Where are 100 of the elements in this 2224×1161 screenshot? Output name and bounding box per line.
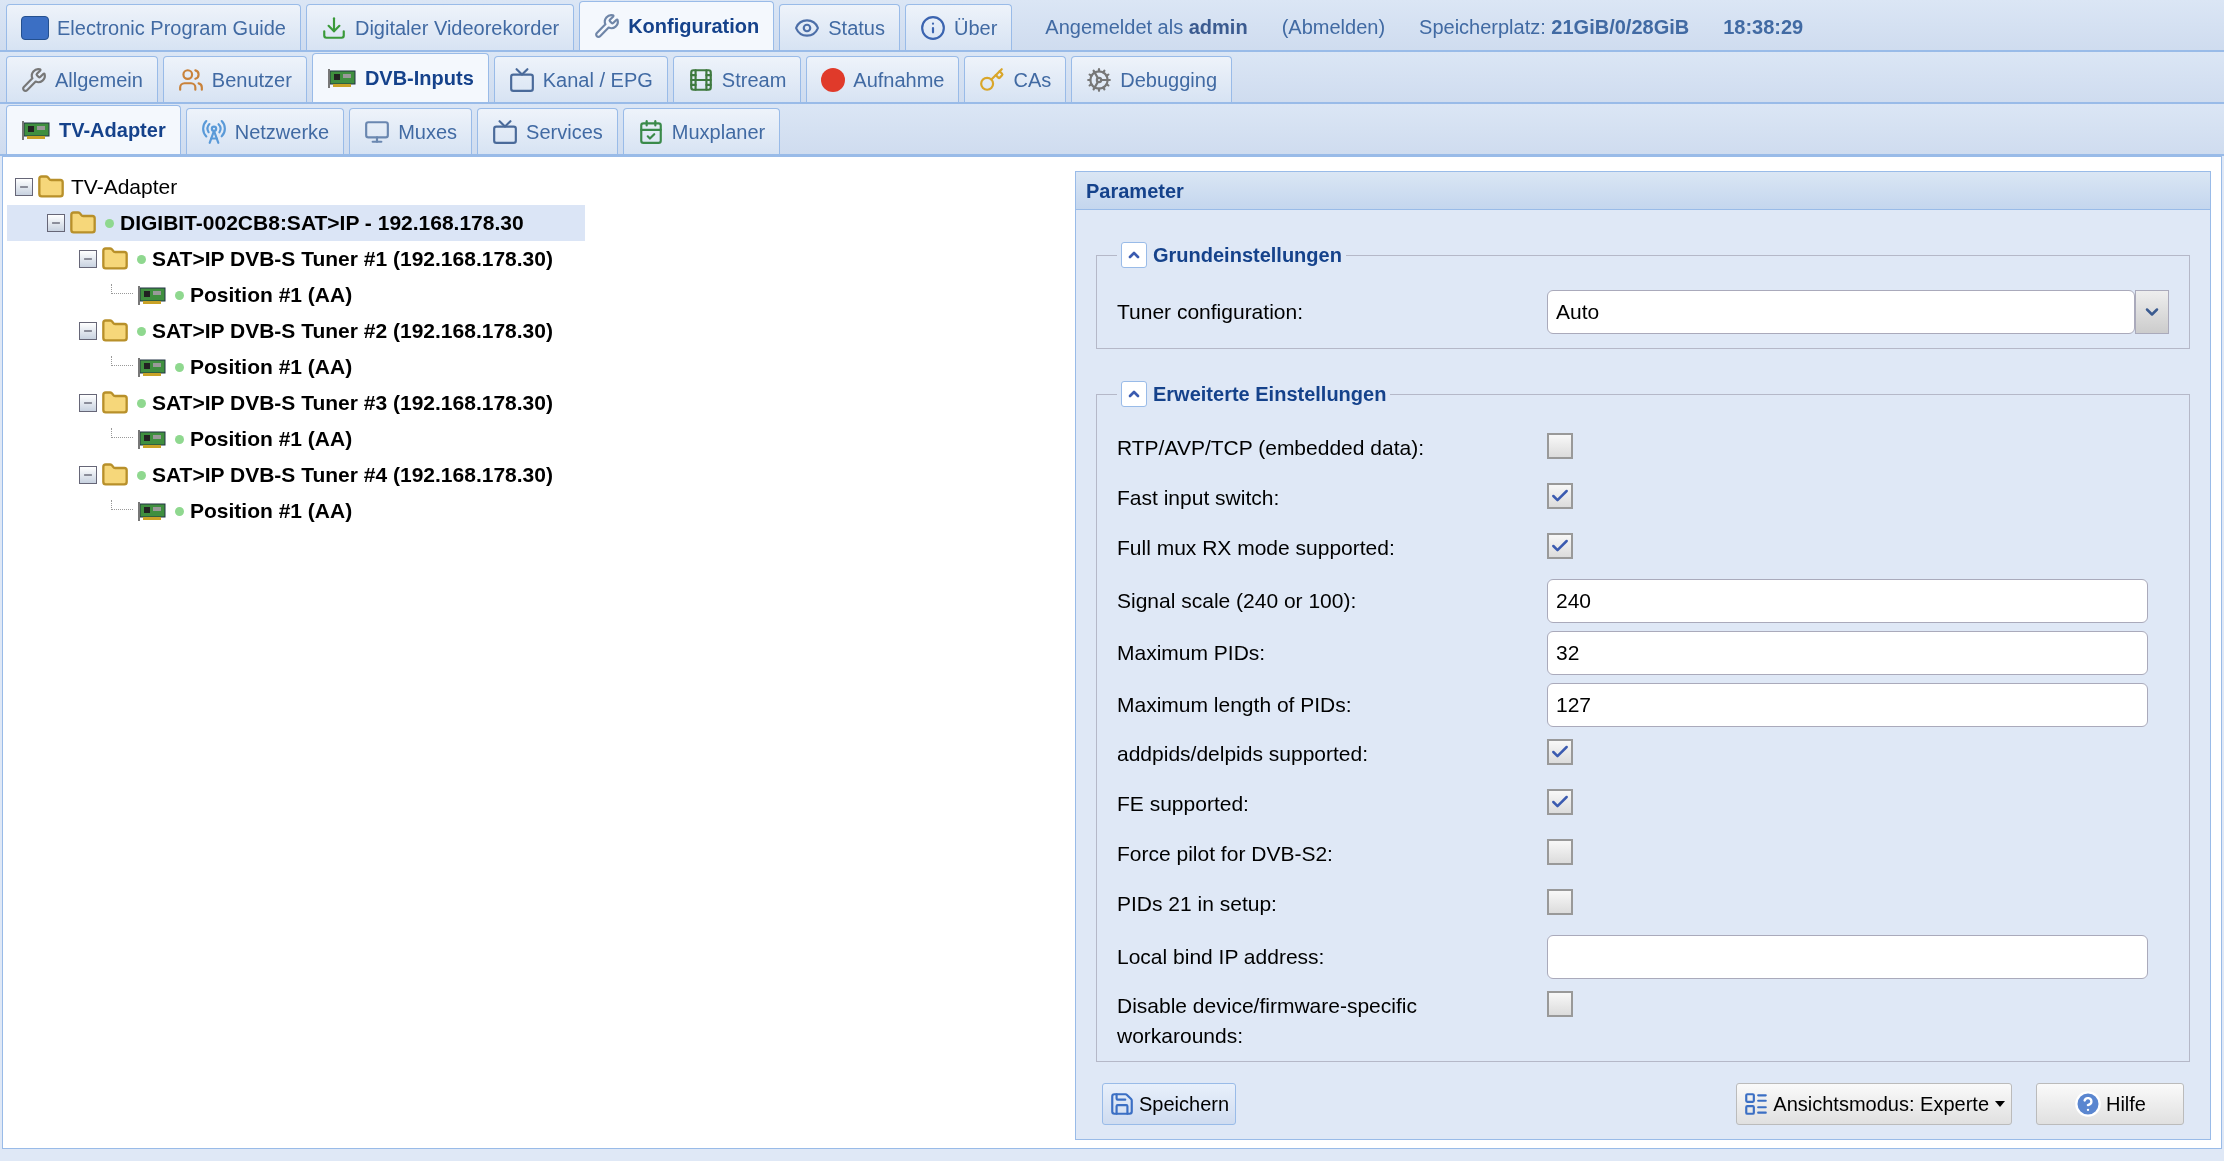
- users-icon: [177, 66, 204, 93]
- checkbox[interactable]: [1547, 839, 1573, 865]
- tab[interactable]: Muxplaner: [622, 108, 781, 154]
- cogs-icon: [1086, 66, 1113, 93]
- collapse-toggle[interactable]: [1121, 381, 1147, 407]
- text-field[interactable]: 240: [1547, 579, 2148, 623]
- tree-row[interactable]: Position #1 (AA): [7, 349, 585, 385]
- group-title: Erweiterte Einstellungen: [1153, 382, 1387, 407]
- text-field[interactable]: [1547, 935, 2148, 979]
- collapse-icon[interactable]: [79, 250, 97, 268]
- collapse-icon[interactable]: [79, 466, 97, 484]
- storage-info: Speicherplatz: 21GiB/0/28GiB: [1419, 15, 1690, 40]
- tree-row[interactable]: SAT>IP DVB-S Tuner #1 (192.168.178.30): [7, 241, 585, 277]
- save-button[interactable]: Speichern: [1102, 1083, 1237, 1125]
- checkbox[interactable]: [1547, 483, 1573, 509]
- collapse-toggle[interactable]: [1121, 242, 1147, 268]
- tools-icon: [21, 66, 47, 93]
- folder-icon: [101, 245, 129, 273]
- field-label: FE supported:: [1117, 791, 1250, 817]
- info-icon: [919, 14, 946, 41]
- antenna-tower-icon: [200, 118, 227, 145]
- tab[interactable]: Electronic Program Guide: [6, 4, 301, 50]
- checkbox[interactable]: [1547, 991, 1573, 1017]
- tree-row[interactable]: TV-Adapter: [7, 169, 585, 205]
- field-label: Tuner configuration:: [1117, 299, 1304, 325]
- checkbox[interactable]: [1547, 533, 1573, 559]
- tab[interactable]: Muxes: [349, 108, 473, 154]
- checkbox[interactable]: [1547, 789, 1573, 815]
- tab[interactable]: Stream: [672, 56, 802, 102]
- tree-label: Position #1 (AA): [190, 354, 353, 381]
- tv-icon: [508, 66, 535, 93]
- tab[interactable]: Aufnahme: [806, 56, 960, 102]
- tab[interactable]: Services: [477, 108, 618, 154]
- tree-connector-line: [111, 356, 133, 366]
- folder-icon: [69, 209, 97, 237]
- field-label: Disable device/firmware-specific workarounds:: [1117, 993, 1418, 1049]
- collapse-icon[interactable]: [15, 178, 33, 196]
- tab[interactable]: Debugging: [1071, 56, 1233, 102]
- tab[interactable]: Über: [904, 4, 1013, 50]
- film-icon: [687, 66, 714, 93]
- download-icon: [321, 14, 347, 41]
- tree-row[interactable]: SAT>IP DVB-S Tuner #2 (192.168.178.30): [7, 313, 585, 349]
- save-icon: [1109, 1091, 1135, 1117]
- circuit-card-icon: [137, 284, 167, 306]
- tree-connector-line: [111, 500, 133, 510]
- tab[interactable]: Netzwerke: [185, 108, 345, 154]
- text-field[interactable]: 32: [1547, 631, 2148, 675]
- tree-label: SAT>IP DVB-S Tuner #3 (192.168.178.30): [152, 390, 553, 417]
- tab[interactable]: Konfiguration: [579, 1, 775, 50]
- logout-link[interactable]: (Abmelden): [1281, 12, 1386, 42]
- tab[interactable]: TV-Adapter: [6, 105, 181, 154]
- checkbox[interactable]: [1547, 739, 1573, 765]
- tree-row[interactable]: SAT>IP DVB-S Tuner #4 (192.168.178.30): [7, 457, 585, 493]
- tree-connector-line: [111, 284, 133, 294]
- field-label: Force pilot for DVB-S2:: [1117, 841, 1334, 867]
- tab[interactable]: Benutzer: [162, 56, 307, 102]
- help-button[interactable]: Hilfe: [2036, 1083, 2184, 1125]
- field-label: Signal scale (240 or 100):: [1117, 588, 1358, 614]
- help-icon: [2074, 1090, 2102, 1118]
- field-label: Maximum PIDs:: [1117, 640, 1267, 666]
- field-label: PIDs 21 in setup:: [1117, 891, 1278, 917]
- tree-label: Position #1 (AA): [190, 426, 353, 453]
- tab[interactable]: Allgemein: [6, 56, 158, 102]
- wrench-icon: [594, 13, 621, 39]
- collapse-icon[interactable]: [47, 214, 65, 232]
- clock: 18:38:29: [1723, 15, 1804, 40]
- chevron-down-icon: [2135, 290, 2169, 334]
- collapse-icon[interactable]: [79, 322, 97, 340]
- field-label: addpids/delpids supported:: [1117, 741, 1369, 767]
- tree-label: Position #1 (AA): [190, 282, 353, 309]
- tab[interactable]: DVB-Inputs: [311, 53, 489, 102]
- view-mode-button[interactable]: Ansichtsmodus: Experte: [1736, 1083, 2012, 1125]
- circuit-card-icon: [137, 500, 167, 522]
- text-field[interactable]: 127: [1547, 683, 2148, 727]
- tv-icon: [492, 118, 519, 145]
- circuit-card-icon: [326, 67, 357, 89]
- field-label: Maximum length of PIDs:: [1117, 692, 1353, 718]
- tree-row[interactable]: Position #1 (AA): [7, 421, 585, 457]
- collapse-icon[interactable]: [79, 394, 97, 412]
- tree-row[interactable]: DIGIBIT-002CB8:SAT>IP - 192.168.178.30: [7, 205, 585, 241]
- tab[interactable]: Digitaler Videorekorder: [306, 4, 575, 50]
- tab[interactable]: CAs: [964, 56, 1067, 102]
- login-status: Angemeldet als admin: [1045, 15, 1248, 40]
- tree-label: Position #1 (AA): [190, 498, 353, 525]
- field-label: Local bind IP address:: [1117, 944, 1326, 970]
- tab[interactable]: Status: [779, 4, 900, 50]
- record-icon: [821, 67, 846, 92]
- folder-icon: [37, 173, 65, 201]
- key-icon: [979, 66, 1006, 93]
- tree-row[interactable]: SAT>IP DVB-S Tuner #3 (192.168.178.30): [7, 385, 585, 421]
- tab[interactable]: Kanal / EPG: [493, 56, 668, 102]
- list-view-icon: [1743, 1091, 1770, 1117]
- field-label: RTP/AVP/TCP (embedded data):: [1117, 435, 1425, 461]
- folder-icon: [101, 389, 129, 417]
- checkbox[interactable]: [1547, 433, 1573, 459]
- circuit-card-icon: [137, 356, 167, 378]
- tree-row[interactable]: Position #1 (AA): [7, 277, 585, 313]
- checkbox[interactable]: [1547, 889, 1573, 915]
- tree-row[interactable]: Position #1 (AA): [7, 493, 585, 529]
- tree-connector-line: [111, 428, 133, 438]
